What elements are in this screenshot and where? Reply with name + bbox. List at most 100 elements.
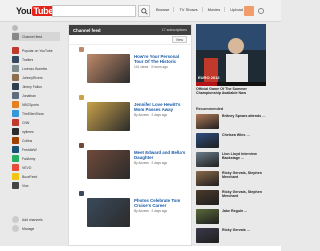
recommended-thumbnail[interactable] <box>196 114 219 129</box>
channel-avatar <box>12 182 19 189</box>
sidebar-item-subscription[interactable]: Collins <box>12 136 60 145</box>
youtube-logo[interactable]: You Tube <box>16 4 55 17</box>
channel-avatar <box>12 128 19 135</box>
channel-avatar <box>12 56 19 63</box>
nav-movies[interactable]: Movies <box>208 7 226 12</box>
sidebar-item-channel-feed[interactable]: Channel feed <box>12 32 60 41</box>
recommended-title[interactable]: Jake Reguin ... <box>222 209 268 213</box>
sidebar-item-subscription[interactable]: VEVO <box>12 163 60 172</box>
recommended-item[interactable]: Ricky Gervais, Stephen Merchant <box>196 190 268 207</box>
recommended-title[interactable]: Chelsea Wins … <box>222 133 268 137</box>
video-title-link[interactable]: How're Your Personal Tour Of The Histori… <box>134 54 189 64</box>
sidebar-item-subscription[interactable]: Jonathan <box>12 91 60 100</box>
sidebar-item-subscription[interactable]: Vice <box>12 181 60 190</box>
video-thumbnail[interactable] <box>87 54 130 83</box>
sidebar-item-label: FailArmy <box>22 156 36 161</box>
channel-avatar <box>12 92 19 99</box>
video-thumbnail[interactable] <box>87 150 130 179</box>
uploader-avatar[interactable] <box>79 95 84 100</box>
recommended-item[interactable]: Ricky Gervais, Stephen Merchant <box>196 171 268 188</box>
recommended-item[interactable]: Jake Reguin ... <box>196 209 268 226</box>
recommended-thumbnail[interactable] <box>196 133 219 148</box>
recommended-thumbnail[interactable] <box>196 171 219 186</box>
sidebar-item-label: Add channels <box>22 217 43 222</box>
sidebar-item-label: Jonathan <box>22 93 36 98</box>
sidebar-item-subscription[interactable]: TheEllenShow <box>12 109 60 118</box>
channel-avatar <box>12 83 19 90</box>
sidebar-item-subscription[interactable]: JohnnyRivers <box>12 73 60 82</box>
sidebar-item-label: Collins <box>22 138 33 143</box>
uploader-avatar[interactable] <box>79 47 84 52</box>
channel-avatar <box>12 65 19 72</box>
feed-filter-dropdown[interactable]: View <box>171 36 187 43</box>
recommended-item[interactable]: Chelsea Wins … <box>196 133 268 150</box>
recommended-title[interactable]: Ricky Gervais, Stephen Merchant <box>222 190 268 198</box>
sidebar-item-subscription[interactable]: Trailers <box>12 55 60 64</box>
recommended-title[interactable]: Lion Lloyd Interview Backstage ... <box>222 152 268 160</box>
recommended-title[interactable]: Britney Spears attends … <box>222 114 268 118</box>
sidebar-item-label: TheEllenShow <box>22 111 44 116</box>
sidebar-item-subscription[interactable]: FreddieW <box>12 145 60 154</box>
video-thumbnail[interactable] <box>87 198 130 227</box>
video-title-link[interactable]: Jennifer Love Hewitt's Mom Passes Away <box>134 102 189 112</box>
sidebar-item-label: Popular on YouTube <box>22 48 53 53</box>
feed-icon <box>12 33 19 40</box>
user-avatar[interactable] <box>244 6 254 16</box>
post-meta <box>79 95 86 100</box>
sidebar-item-subscription[interactable]: BuzzFeed <box>12 172 60 181</box>
channel-avatar <box>12 173 19 180</box>
sidebar-manage[interactable]: Manage <box>12 224 60 233</box>
sidebar-item-label: JohnnyRivers <box>22 75 43 80</box>
sidebar-item-label: VEVO <box>22 165 32 170</box>
sidebar-item-subscription[interactable]: CNN <box>12 118 60 127</box>
video-thumbnail[interactable] <box>87 102 130 131</box>
uploader-avatar[interactable] <box>79 143 84 148</box>
video-stats: By Access · 2 days ago <box>134 209 168 213</box>
sidebar-item-label: nytimes <box>22 129 34 134</box>
sidebar-item-subscription[interactable]: Lorenzo Bonetta <box>12 64 60 73</box>
nav-tv-shows[interactable]: TV Shows <box>179 7 203 12</box>
add-icon <box>12 216 19 223</box>
channel-avatar <box>12 146 19 153</box>
video-progress-fill <box>196 82 217 86</box>
video-stats: By Access · 2 days ago <box>134 161 168 165</box>
nav-browse[interactable]: Browse <box>156 7 175 12</box>
recommended-item[interactable]: Lion Lloyd Interview Backstage ... <box>196 152 268 169</box>
video-overlay-text: EURO 2012 <box>198 75 220 80</box>
recommended-thumbnail[interactable] <box>196 228 219 243</box>
recommended-title[interactable]: Ricky Gervais, Stephen Merchant <box>222 171 268 179</box>
sidebar-item-label: Manage <box>22 226 35 231</box>
feed-title: Channel feed <box>73 27 101 33</box>
sidebar-item-subscription[interactable]: FailArmy <box>12 154 60 163</box>
settings-gear-icon[interactable] <box>258 8 264 14</box>
sidebar-item-label: Vice <box>22 183 29 188</box>
recommended-thumbnail[interactable] <box>196 190 219 205</box>
featured-video-title[interactable]: Official Game Of The Summer Championship… <box>196 87 266 96</box>
guide-sidebar: Channel feed Popular on YouTube Trailers L… <box>12 24 60 246</box>
channel-avatar <box>12 164 19 171</box>
user-icon <box>12 25 18 31</box>
channel-avatar <box>12 74 19 81</box>
sidebar-item-subscription[interactable]: NBCSports <box>12 100 60 109</box>
search-button[interactable] <box>138 5 150 17</box>
channel-avatar <box>12 137 19 144</box>
sidebar-add-channels[interactable]: Add channels <box>12 215 60 224</box>
featured-video-player[interactable]: EURO 2012 <box>196 24 266 86</box>
sidebar-user[interactable] <box>12 24 60 32</box>
sidebar-item-label: Jimmy Fallon <box>22 84 42 89</box>
sidebar-item-subscription[interactable]: Jimmy Fallon <box>12 82 60 91</box>
post-meta <box>79 47 86 52</box>
sidebar-item-subscription[interactable]: nytimes <box>12 127 60 136</box>
channel-avatar <box>12 101 19 108</box>
video-title-link[interactable]: Meet Edward and Bella's Daughter <box>134 150 189 160</box>
sidebar-item-subscription[interactable]: Popular on YouTube <box>12 46 60 55</box>
recommended-item[interactable]: Ricky Gervais ... <box>196 228 268 245</box>
uploader-avatar[interactable] <box>79 191 84 196</box>
search-icon <box>140 7 148 15</box>
search-input[interactable] <box>52 5 136 17</box>
recommended-item[interactable]: Britney Spears attends … <box>196 114 268 131</box>
recommended-thumbnail[interactable] <box>196 209 219 224</box>
recommended-title[interactable]: Ricky Gervais ... <box>222 228 268 232</box>
video-title-link[interactable]: Photos Celebrate Tom Cruise's Career <box>134 198 189 208</box>
recommended-thumbnail[interactable] <box>196 152 219 167</box>
